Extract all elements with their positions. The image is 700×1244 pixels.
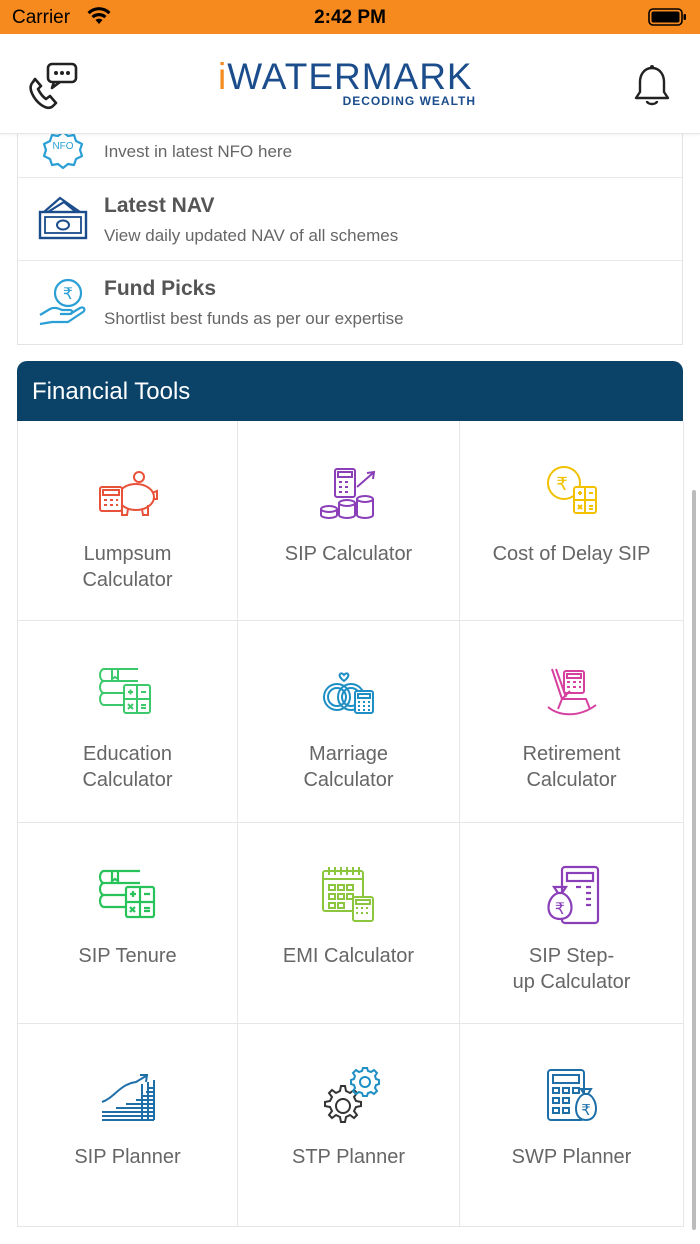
books-calculator-icon [98, 869, 155, 919]
menu-item-nfo[interactable]: NFO Invest in latest NFO here [18, 130, 682, 178]
tool-label: Cost of Delay SIP [492, 543, 651, 565]
menu-list: NFO Invest in latest NFO here Latest NAV… [17, 130, 683, 345]
calculator-coins-icon [319, 468, 375, 519]
svg-text:₹: ₹ [63, 284, 73, 303]
tool-label: SIP Planner [74, 1146, 181, 1168]
tool-label: SIP Step- up Calculator [512, 945, 631, 993]
menu-item-subtitle: View daily updated NAV of all schemes [104, 226, 399, 245]
battery-icon [648, 8, 686, 26]
rupee-hand-icon: ₹ [39, 278, 86, 326]
brand-logo: iWATERMARK DECODING WEALTH [218, 56, 482, 116]
scrollbar[interactable] [692, 490, 696, 1230]
tool-emi-calculator[interactable]: EMI Calculator [238, 823, 460, 1024]
tool-swp-planner[interactable]: ₹ SWP Planner [460, 1024, 684, 1227]
tool-retirement-calculator[interactable]: Retirement Calculator [460, 621, 684, 823]
menu-item-title: Latest NAV [104, 194, 215, 217]
financial-tools-header: Financial Tools [17, 361, 683, 421]
calendar-calculator-icon [321, 867, 374, 922]
tool-lumpsum-calculator[interactable]: Lumpsum Calculator [18, 421, 238, 621]
menu-item-fund-picks[interactable]: ₹ Fund Picks Shortlist best funds as per… [18, 261, 682, 344]
menu-item-subtitle: Shortlist best funds as per our expertis… [104, 309, 404, 328]
calculator-rupee-bag-icon: ₹ [546, 1069, 597, 1122]
svg-text:₹: ₹ [554, 899, 564, 918]
rupee-coin-calculator-icon: ₹ [546, 466, 597, 514]
menu-item-latest-nav[interactable]: Latest NAV View daily updated NAV of all… [18, 178, 682, 261]
tool-label: Education Calculator [82, 743, 173, 791]
brand-prefix: i [218, 56, 228, 97]
tool-marriage-calculator[interactable]: Marriage Calculator [238, 621, 460, 823]
tool-label: Retirement Calculator [522, 743, 621, 791]
nfo-badge-text: NFO [52, 141, 73, 152]
tool-sip-tenure[interactable]: SIP Tenure [18, 823, 238, 1024]
tool-sip-planner[interactable]: SIP Planner [18, 1024, 238, 1227]
piggy-bank-calculator-icon [98, 471, 158, 516]
app-header: iWATERMARK DECODING WEALTH [0, 34, 700, 134]
bell-icon[interactable] [632, 64, 672, 108]
tool-label: Lumpsum Calculator [82, 543, 173, 591]
financial-tools-grid: Lumpsum Calculator SIP Calculator ₹ Cost… [17, 421, 684, 1227]
svg-text:₹: ₹ [556, 474, 567, 495]
tool-label: SIP Tenure [78, 945, 177, 967]
call-chat-icon[interactable] [24, 60, 80, 110]
growth-bars-icon [101, 1074, 155, 1121]
rocking-chair-icon [546, 668, 597, 716]
money-notes-icon [38, 196, 88, 240]
brand-text: WATERMARK [227, 56, 473, 97]
tool-sip-step-up-calculator[interactable]: ₹ SIP Step- up Calculator [460, 823, 684, 1024]
financial-tools-title: Financial Tools [32, 378, 191, 405]
tool-label: Marriage Calculator [303, 743, 394, 791]
tool-label: SIP Calculator [284, 543, 413, 565]
menu-item-title: Fund Picks [104, 277, 217, 300]
tool-label: SWP Planner [511, 1146, 632, 1168]
tool-education-calculator[interactable]: Education Calculator [18, 621, 238, 823]
books-calculator-icon [98, 668, 151, 714]
tool-sip-calculator[interactable]: SIP Calculator [238, 421, 460, 621]
tool-label: STP Planner [291, 1146, 406, 1168]
money-bag-calculator-icon: ₹ [546, 865, 599, 925]
svg-text:₹: ₹ [581, 1101, 591, 1119]
tool-label: EMI Calculator [282, 945, 415, 967]
brand-tagline: DECODING WEALTH [342, 94, 476, 108]
tool-stp-planner[interactable]: STP Planner [238, 1024, 460, 1227]
menu-item-subtitle: Invest in latest NFO here [104, 142, 293, 161]
tool-cost-of-delay-sip[interactable]: ₹ Cost of Delay SIP [460, 421, 684, 621]
gears-icon [323, 1067, 380, 1123]
status-bar: Carrier 2:42 PM [0, 0, 700, 34]
rings-calculator-icon [322, 672, 374, 714]
clock: 2:42 PM [314, 7, 386, 28]
brand-name: iWATERMARK [218, 56, 473, 98]
